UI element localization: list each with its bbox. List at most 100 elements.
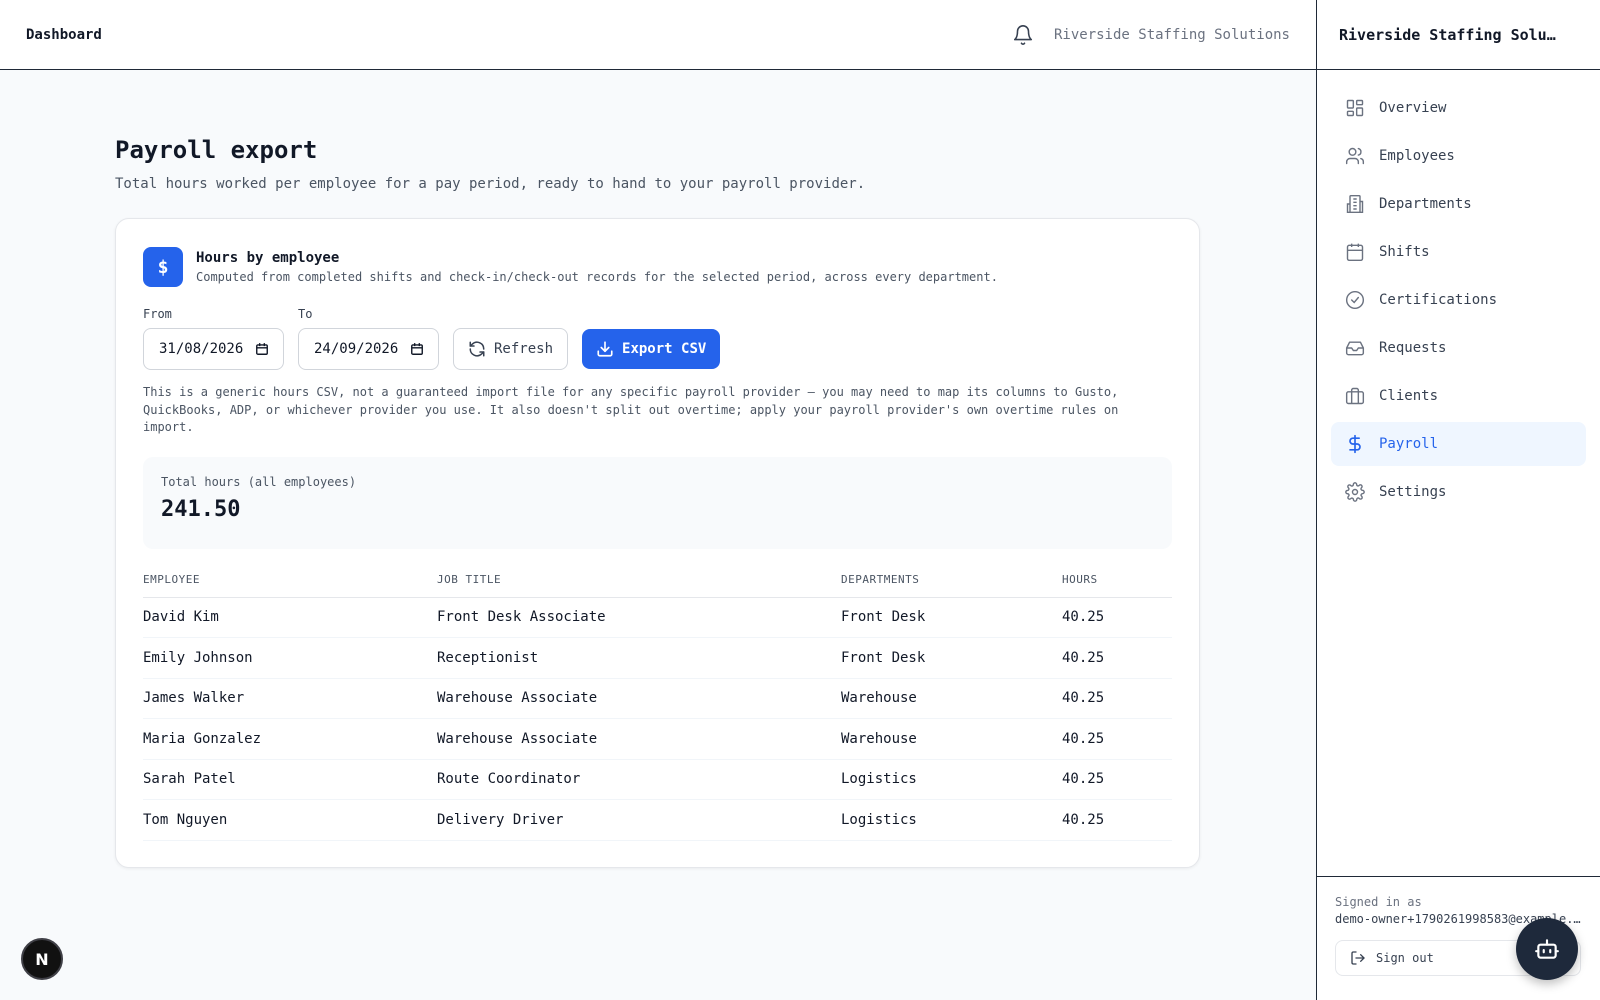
sidebar-item-certifications[interactable]: Certifications xyxy=(1331,278,1586,322)
csv-note: This is a generic hours CSV, not a guara… xyxy=(143,385,1119,434)
sidebar-item-settings[interactable]: Settings xyxy=(1331,470,1586,514)
building-icon xyxy=(1346,194,1364,214)
hours-cell: 40.25 xyxy=(1062,678,1172,719)
card-header: $ Hours by employee Computed from comple… xyxy=(143,247,1172,287)
n-badge[interactable]: N xyxy=(21,938,63,980)
export-csv-button[interactable]: Export CSV xyxy=(582,329,721,369)
sidebar-item-payroll[interactable]: Payroll xyxy=(1331,422,1586,466)
grid-icon xyxy=(1346,99,1364,117)
sidebar: Riverside Staffing Solu… Overview Employ… xyxy=(1316,0,1600,1000)
total-value: 241.50 xyxy=(161,496,241,522)
department-cell: Front Desk xyxy=(841,637,1062,679)
from-label: From xyxy=(143,307,172,321)
inbox-icon xyxy=(1345,341,1365,356)
department-cell: Logistics xyxy=(841,799,1062,841)
employee-cell: Tom Nguyen xyxy=(143,799,437,841)
dollar-icon xyxy=(1349,434,1361,454)
card-heading: Hours by employee Computed from complete… xyxy=(196,250,998,284)
hours-cell: 40.25 xyxy=(1062,799,1172,841)
page-subtitle: Total hours worked per employee for a pa… xyxy=(115,176,866,192)
sidebar-item-clients[interactable]: Clients xyxy=(1331,374,1586,418)
card-title: Hours by employee xyxy=(196,250,340,266)
hours-cell: 40.25 xyxy=(1062,637,1172,679)
hours-card: $ Hours by employee Computed from comple… xyxy=(115,218,1200,868)
sidebar-item-label: Employees xyxy=(1379,148,1455,164)
sidebar-item-label: Clients xyxy=(1379,388,1439,404)
from-date-value: 31/08/2026 xyxy=(159,341,244,357)
department-cell: Front Desk xyxy=(841,597,1062,638)
sign-out-label: Sign out xyxy=(1376,951,1434,965)
sidebar-item-label: Overview xyxy=(1379,100,1447,116)
job-title-cell: Warehouse Associate xyxy=(437,678,841,719)
department-cell: Warehouse xyxy=(841,678,1062,719)
bell-icon[interactable] xyxy=(1012,24,1034,46)
download-icon xyxy=(597,341,613,357)
dollar-icon: $ xyxy=(143,247,183,287)
column-header-employee[interactable]: EMPLOYEE xyxy=(143,572,437,598)
refresh-label: Refresh xyxy=(494,341,554,357)
sidebar-item-label: Certifications xyxy=(1379,292,1498,308)
sidebar-title[interactable]: Riverside Staffing Solu… xyxy=(1317,0,1600,70)
department-cell: Logistics xyxy=(841,759,1062,800)
sidebar-item-overview[interactable]: Overview xyxy=(1331,86,1586,130)
sidebar-item-label: Departments xyxy=(1379,196,1472,212)
sidebar-item-label: Requests xyxy=(1379,340,1447,356)
job-title-cell: Receptionist xyxy=(437,637,841,679)
breadcrumb[interactable]: Dashboard xyxy=(26,27,102,43)
topbar: Dashboard Riverside Staffing Solutions xyxy=(0,0,1316,70)
calendar-icon[interactable] xyxy=(255,342,269,356)
table-row[interactable]: James Walker Warehouse Associate Warehou… xyxy=(143,678,1172,719)
calendar-icon xyxy=(1346,243,1364,262)
total-label: Total hours (all employees) xyxy=(161,474,357,489)
topbar-right: Riverside Staffing Solutions xyxy=(1012,24,1290,46)
hours-cell: 40.25 xyxy=(1062,597,1172,638)
table-row[interactable]: Maria Gonzalez Warehouse Associate Wareh… xyxy=(143,718,1172,760)
refresh-icon xyxy=(469,341,485,357)
sidebar-item-departments[interactable]: Departments xyxy=(1331,182,1586,226)
table-row[interactable]: Emily Johnson Receptionist Front Desk 40… xyxy=(143,637,1172,679)
calendar-icon[interactable] xyxy=(410,342,424,356)
sidebar-item-employees[interactable]: Employees xyxy=(1331,134,1586,178)
filters: From 31/08/2026 To 24/09/2026 Refresh Ex… xyxy=(143,307,1172,370)
hours-cell: 40.25 xyxy=(1062,759,1172,800)
page-content: Payroll export Total hours worked per em… xyxy=(0,70,1316,868)
table-row[interactable]: David Kim Front Desk Associate Front Des… xyxy=(143,597,1172,638)
sidebar-item-requests[interactable]: Requests xyxy=(1331,326,1586,370)
refresh-button[interactable]: Refresh xyxy=(453,328,569,370)
job-title-cell: Delivery Driver xyxy=(437,799,841,841)
sidebar-nav: Overview Employees Departments Shifts Ce… xyxy=(1317,70,1600,514)
briefcase-icon xyxy=(1345,387,1365,405)
from-field: From 31/08/2026 xyxy=(143,307,284,370)
column-header-hours[interactable]: HOURS xyxy=(1062,572,1172,598)
hours-cell: 40.25 xyxy=(1062,718,1172,760)
app-root: Dashboard Riverside Staffing Solutions P… xyxy=(0,0,1600,1000)
sidebar-item-label: Shifts xyxy=(1379,244,1430,260)
table-row[interactable]: Sarah Patel Route Coordinator Logistics … xyxy=(143,759,1172,800)
to-label: To xyxy=(298,307,313,321)
org-name: Riverside Staffing Solutions xyxy=(1053,26,1290,43)
employee-cell: Sarah Patel xyxy=(143,759,437,800)
department-cell: Warehouse xyxy=(841,718,1062,760)
employee-cell: Maria Gonzalez xyxy=(143,718,437,760)
sidebar-item-shifts[interactable]: Shifts xyxy=(1331,230,1586,274)
sidebar-item-label: Settings xyxy=(1379,484,1447,500)
to-date-input[interactable]: 24/09/2026 xyxy=(298,328,439,370)
column-header-departments[interactable]: DEPARTMENTS xyxy=(841,572,1062,598)
table-row[interactable]: Tom Nguyen Delivery Driver Logistics 40.… xyxy=(143,799,1172,841)
export-label: Export CSV xyxy=(622,341,707,357)
card-description: Computed from completed shifts and check… xyxy=(196,270,998,284)
total-hours-box: Total hours (all employees) 241.50 xyxy=(143,456,1172,549)
employee-cell: James Walker xyxy=(143,678,437,719)
employee-cell: Emily Johnson xyxy=(143,637,437,679)
sidebar-item-label: Payroll xyxy=(1379,436,1439,452)
to-date-value: 24/09/2026 xyxy=(314,341,399,357)
robot-icon xyxy=(1535,939,1559,959)
from-date-input[interactable]: 31/08/2026 xyxy=(143,328,284,370)
table-header-row: EMPLOYEE JOB TITLE DEPARTMENTS HOURS xyxy=(143,572,1172,598)
column-header-job-title[interactable]: JOB TITLE xyxy=(437,572,841,598)
gear-icon xyxy=(1345,482,1365,502)
assistant-button[interactable] xyxy=(1516,918,1578,980)
job-title-cell: Front Desk Associate xyxy=(437,597,841,638)
page-title: Payroll export xyxy=(115,136,318,164)
to-field: To 24/09/2026 xyxy=(298,307,439,370)
